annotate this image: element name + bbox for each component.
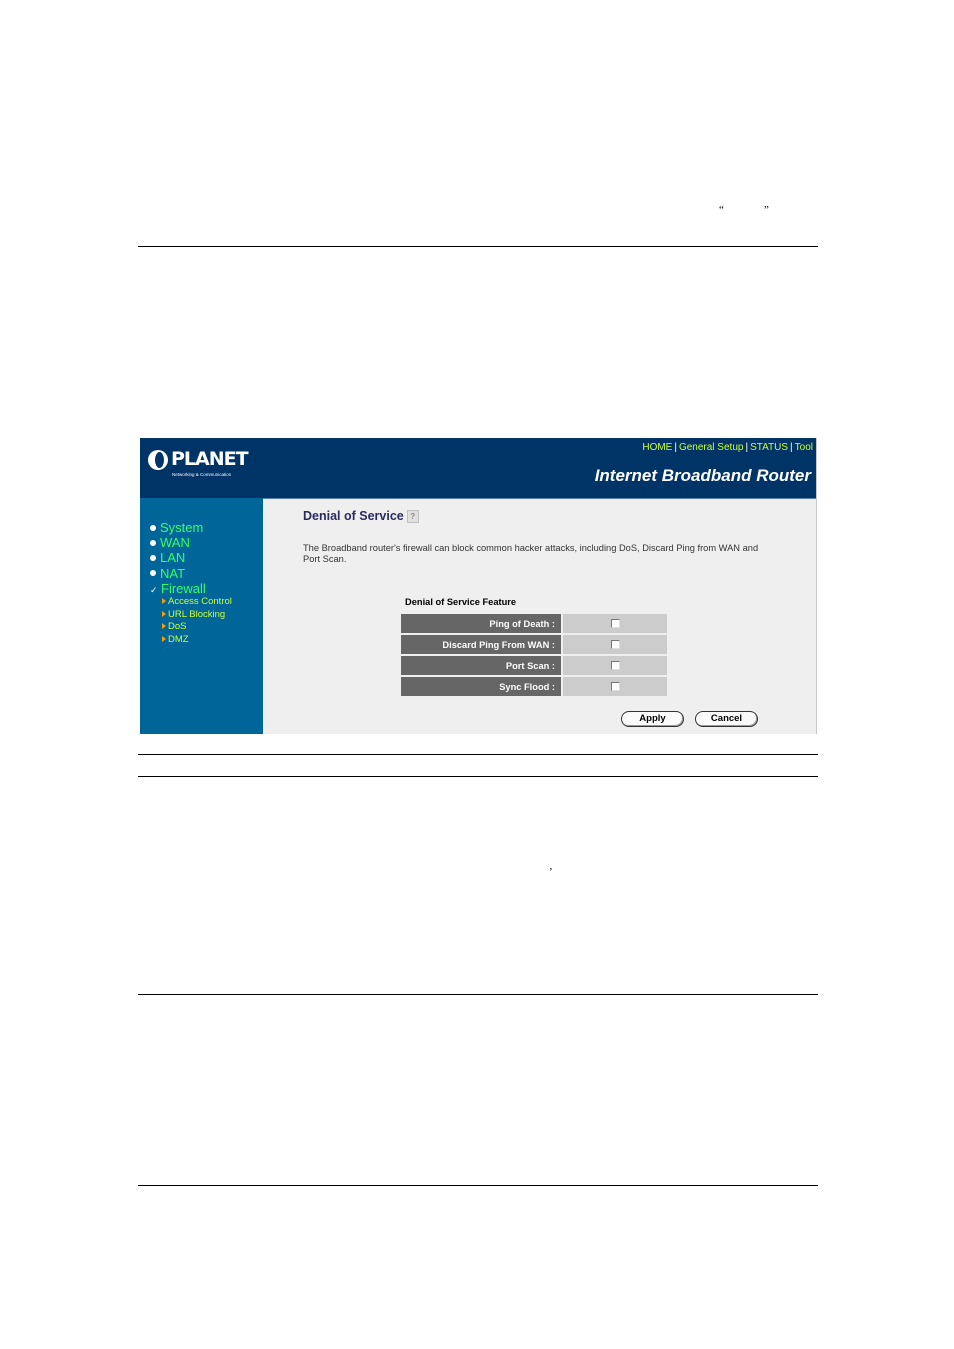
feature-value [563, 677, 667, 696]
apply-button[interactable]: Apply [621, 711, 684, 727]
sidebar-subitem-dmz[interactable]: DMZ [162, 634, 232, 647]
planet-logo: PLANET Networking & Communication [148, 448, 249, 484]
sidebar-item-nat[interactable]: NAT [150, 566, 232, 581]
sidebar-subitem-label: URL Blocking [168, 608, 226, 620]
sidebar-subitem-label: DoS [168, 621, 187, 633]
sidebar-subitem-label: Access Control [168, 595, 232, 607]
page-title: Denial of Service [303, 509, 404, 523]
router-screenshot: PLANET Networking & Communication HOME | G… [140, 438, 817, 734]
logo-name: PLANET [171, 448, 249, 470]
table-row: Port Scan : [401, 656, 667, 675]
sidebar-subitem-url-blocking[interactable]: URL Blocking [162, 609, 232, 622]
feature-value [563, 614, 667, 633]
top-nav: HOME | General Setup | STATUS | Tool [642, 442, 813, 453]
bullet-icon [150, 554, 156, 561]
feature-label: Ping of Death : [401, 614, 563, 633]
sidebar-item-label: LAN [160, 550, 186, 566]
planet-globe-icon [148, 450, 168, 470]
port-scan-checkbox[interactable] [610, 660, 620, 670]
page-title-row: Denial of Service? [303, 509, 419, 524]
sidebar-subitem-label: DMZ [168, 633, 189, 645]
close-quote-mark: ” [764, 204, 769, 216]
horizontal-rule [138, 754, 818, 755]
sidebar-item-wan[interactable]: WAN [150, 535, 232, 550]
sidebar-subitem-dos[interactable]: DoS [162, 621, 232, 634]
nav-separator: | [674, 442, 677, 453]
ping-of-death-checkbox[interactable] [610, 618, 620, 628]
arrow-right-icon [162, 597, 166, 604]
sidebar-item-lan[interactable]: LAN [150, 550, 232, 565]
check-icon: ✓ [150, 584, 158, 595]
feature-label: Port Scan : [401, 656, 563, 675]
table-row: Sync Flood : [401, 677, 667, 696]
horizontal-rule [138, 246, 818, 247]
horizontal-rule [138, 1185, 818, 1186]
nav-tool[interactable]: Tool [795, 442, 813, 453]
feature-table: Ping of Death : Discard Ping From WAN : … [401, 612, 667, 698]
table-row: Discard Ping From WAN : [401, 635, 667, 654]
sidebar-subitem-access-control[interactable]: Access Control [162, 596, 232, 609]
logo-tagline: Networking & Communication [172, 472, 232, 477]
bullet-icon [150, 524, 156, 531]
nav-status[interactable]: STATUS [750, 442, 788, 453]
sidebar-item-system[interactable]: System [150, 520, 232, 535]
discard-ping-checkbox[interactable] [610, 639, 620, 649]
nav-general-setup[interactable]: General Setup [679, 442, 744, 453]
sidebar-item-label: System [160, 520, 204, 535]
arrow-right-icon [162, 610, 166, 617]
sync-flood-checkbox[interactable] [610, 681, 620, 691]
feature-heading: Denial of Service Feature [405, 597, 517, 607]
help-icon[interactable]: ? [406, 510, 419, 524]
main-content: Denial of Service? The Broadband router'… [263, 499, 816, 734]
nav-separator: | [790, 442, 793, 453]
sidebar-item-label: WAN [160, 535, 190, 551]
feature-value [563, 635, 667, 654]
feature-label: Sync Flood : [401, 677, 563, 696]
sidebar-item-firewall[interactable]: ✓ Firewall [150, 581, 232, 596]
page-description: The Broadband router's firewall can bloc… [303, 543, 759, 564]
open-quote-mark: “ [719, 204, 724, 216]
horizontal-rule [138, 994, 818, 995]
arrow-right-icon [162, 635, 166, 642]
table-row: Ping of Death : [401, 614, 667, 633]
sidebar: System WAN LAN NAT ✓ Firewall Access Cont… [140, 498, 263, 734]
product-title: Internet Broadband Router [594, 466, 811, 485]
feature-label: Discard Ping From WAN : [401, 635, 563, 654]
sidebar-item-label: NAT [160, 565, 186, 581]
bullet-icon [150, 570, 156, 577]
sidebar-item-label: Firewall [161, 580, 206, 596]
arrow-right-icon [162, 623, 166, 630]
cancel-button[interactable]: Cancel [695, 711, 758, 727]
sidebar-menu: System WAN LAN NAT ✓ Firewall Access Cont… [150, 520, 232, 646]
router-header: PLANET Networking & Communication HOME | G… [140, 438, 816, 499]
apostrophe-mark: ’ [549, 866, 553, 878]
nav-home[interactable]: HOME [642, 442, 672, 453]
horizontal-rule [138, 776, 818, 777]
bullet-icon [150, 539, 156, 546]
feature-value [563, 656, 667, 675]
